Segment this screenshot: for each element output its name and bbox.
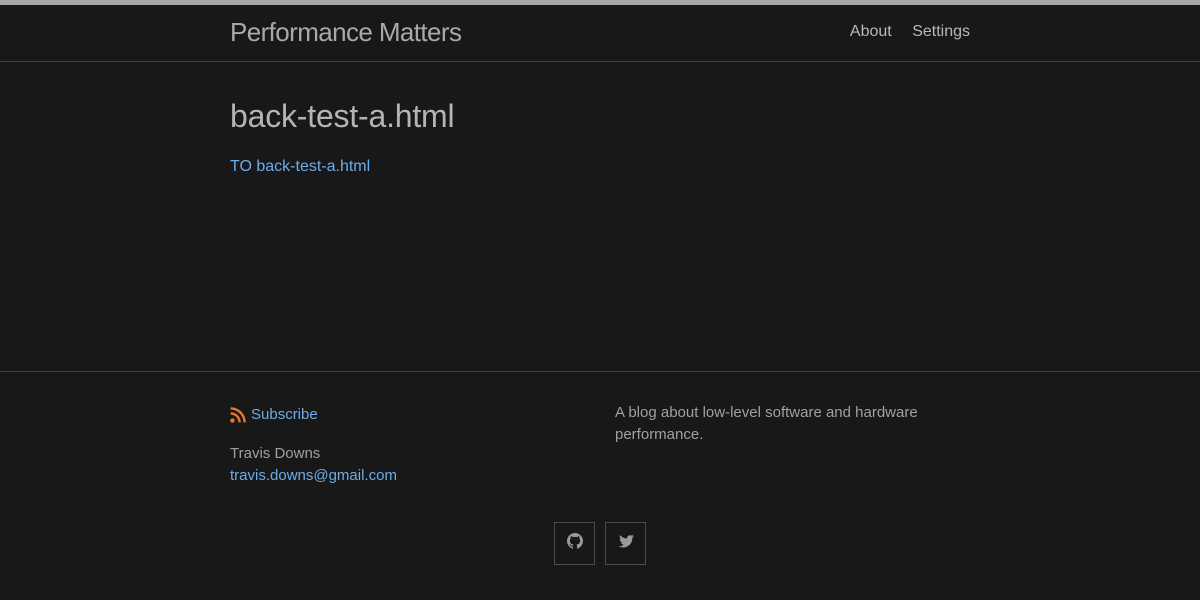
main-content: back-test-a.html TO back-test-a.html — [0, 62, 1200, 372]
author-email-link[interactable]: travis.downs@gmail.com — [230, 467, 397, 484]
social-links — [554, 522, 646, 565]
author-name: Travis Downs — [230, 445, 321, 462]
site-footer: Subscribe Travis Downs travis.downs@gmai… — [0, 372, 1200, 600]
nav-item-settings[interactable]: Settings — [912, 23, 970, 40]
twitter-icon — [617, 533, 634, 554]
blog-description: A blog about low-level software and hard… — [615, 404, 918, 443]
github-icon — [566, 533, 583, 554]
rss-icon — [230, 406, 246, 423]
site-title[interactable]: Performance Matters — [230, 17, 462, 48]
subscribe-link[interactable]: Subscribe — [230, 406, 318, 423]
twitter-button[interactable] — [605, 522, 646, 565]
github-button[interactable] — [554, 522, 595, 565]
site-header: Performance Matters About Settings — [0, 5, 1200, 62]
subscribe-label: Subscribe — [251, 406, 318, 423]
nav-item-about[interactable]: About — [850, 23, 892, 40]
redirect-link[interactable]: TO back-test-a.html — [230, 158, 370, 176]
page-title: back-test-a.html — [230, 98, 455, 134]
main-nav: About Settings — [834, 23, 970, 41]
